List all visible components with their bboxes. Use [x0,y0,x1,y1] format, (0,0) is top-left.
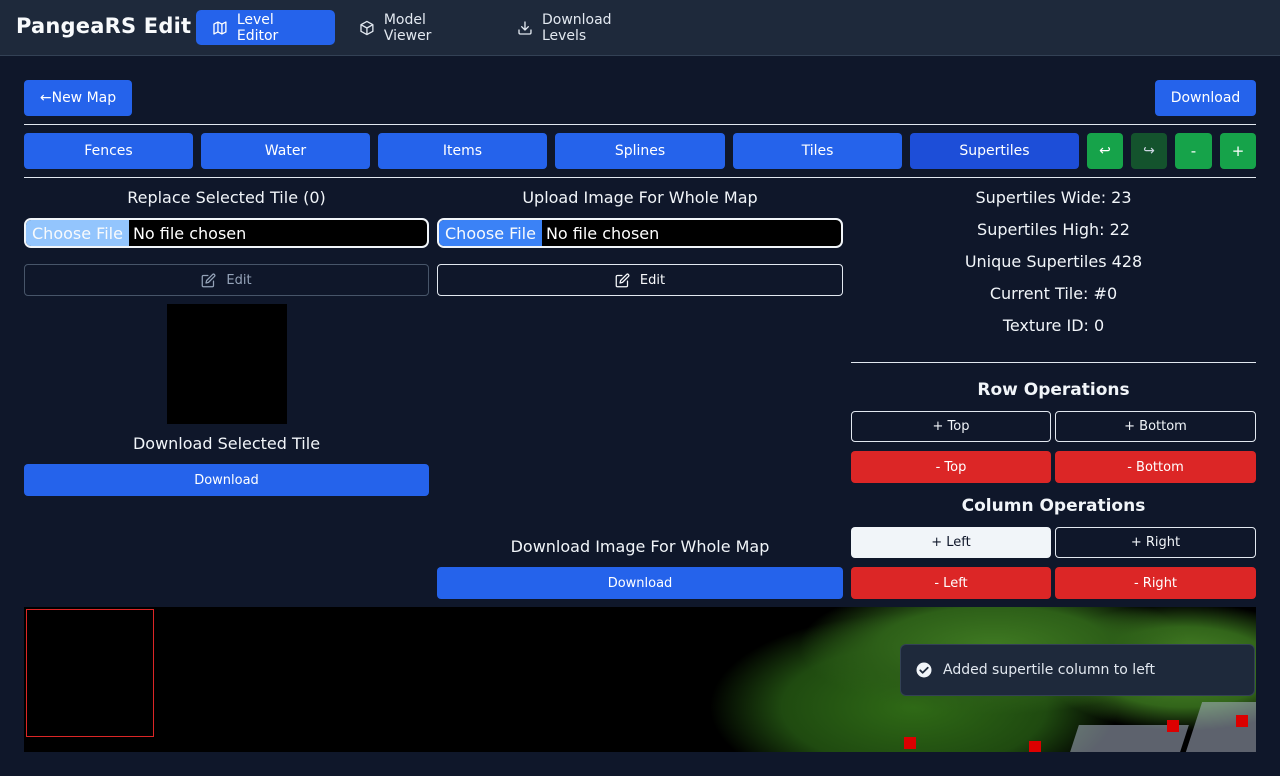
zoom-out-button[interactable]: - [1175,133,1212,169]
nav-tab-level-editor[interactable]: Level Editor [196,10,335,45]
nav-tab-label: Model Viewer [383,11,432,44]
toast-message: Added supertile column to left [943,662,1155,678]
edit-label: Edit [226,272,252,288]
selected-supertile-outline [26,609,154,737]
app-title: PangeaRS Edit [16,14,192,38]
download-whole-map-button[interactable]: Download [437,567,843,599]
upload-map-heading: Upload Image For Whole Map [522,188,758,207]
edit-label: Edit [639,272,666,288]
tab-items[interactable]: Items [378,133,547,169]
add-row-bottom-button[interactable]: + Bottom [1055,411,1256,442]
supertiles-high: Supertiles High: 22 [977,220,1130,239]
tile-preview [167,304,287,424]
download-map-button[interactable]: Download [1155,80,1256,116]
map-icon [213,20,227,35]
texture-id: Texture ID: 0 [1002,316,1105,335]
divider [24,177,1256,178]
row-operations-heading: Row Operations [977,380,1130,400]
map-marker[interactable] [1167,720,1179,732]
edit-map-button[interactable]: Edit [437,264,843,296]
column-operations-heading: Column Operations [961,496,1146,516]
add-column-left-button[interactable]: + Left [851,527,1051,558]
edit-tile-button[interactable]: Edit [24,264,429,296]
map-marker[interactable] [1029,741,1041,752]
edit-icon [615,273,630,287]
map-marker[interactable] [1236,715,1248,727]
nav-tab-label: Download Levels [541,11,612,44]
nav-tab-label: Level Editor [236,11,279,44]
tab-supertiles[interactable]: Supertiles [910,133,1079,169]
remove-column-left-button[interactable]: - Left [851,567,1051,599]
undo-button[interactable]: ↩ [1087,133,1123,169]
download-icon [518,20,532,35]
remove-column-right-button[interactable]: - Right [1055,567,1256,599]
file-name-label: No file chosen [545,223,660,243]
replace-tile-heading: Replace Selected Tile (0) [127,188,326,207]
remove-row-bottom-button[interactable]: - Bottom [1055,451,1256,483]
current-tile: Current Tile: #0 [989,284,1118,303]
file-name-label: No file chosen [132,223,247,243]
tab-fences[interactable]: Fences [24,133,193,169]
edit-icon [202,273,216,287]
choose-file-button[interactable]: Choose File [26,220,129,246]
add-row-top-button[interactable]: + Top [851,411,1051,442]
check-circle-icon [916,662,932,678]
cube-icon [360,20,374,35]
map-file-input[interactable]: Choose File No file chosen [437,218,843,248]
toast-notification: Added supertile column to left [900,644,1255,696]
tab-splines[interactable]: Splines [555,133,725,169]
download-map-heading: Download Image For Whole Map [510,537,770,556]
tab-water[interactable]: Water [201,133,370,169]
redo-button[interactable]: ↪ [1131,133,1167,169]
choose-file-button[interactable]: Choose File [439,220,542,246]
remove-row-top-button[interactable]: - Top [851,451,1051,483]
nav-tab-download-levels[interactable]: Download Levels [501,10,676,45]
zoom-in-button[interactable]: + [1220,133,1256,169]
add-column-right-button[interactable]: + Right [1055,527,1256,558]
download-tile-heading: Download Selected Tile [132,434,321,453]
unique-supertiles: Unique Supertiles 428 [964,252,1143,271]
tile-file-input[interactable]: Choose File No file chosen [24,218,429,248]
divider [24,124,1256,125]
top-navigation: PangeaRS Edit Level Editor Model Viewer … [0,0,1280,56]
nav-tab-model-viewer[interactable]: Model Viewer [343,10,493,45]
map-marker[interactable] [904,737,916,749]
supertiles-wide: Supertiles Wide: 23 [975,188,1132,207]
download-tile-button[interactable]: Download [24,464,429,496]
new-map-button[interactable]: ←New Map [24,80,132,116]
tab-tiles[interactable]: Tiles [733,133,902,169]
divider [851,362,1256,363]
